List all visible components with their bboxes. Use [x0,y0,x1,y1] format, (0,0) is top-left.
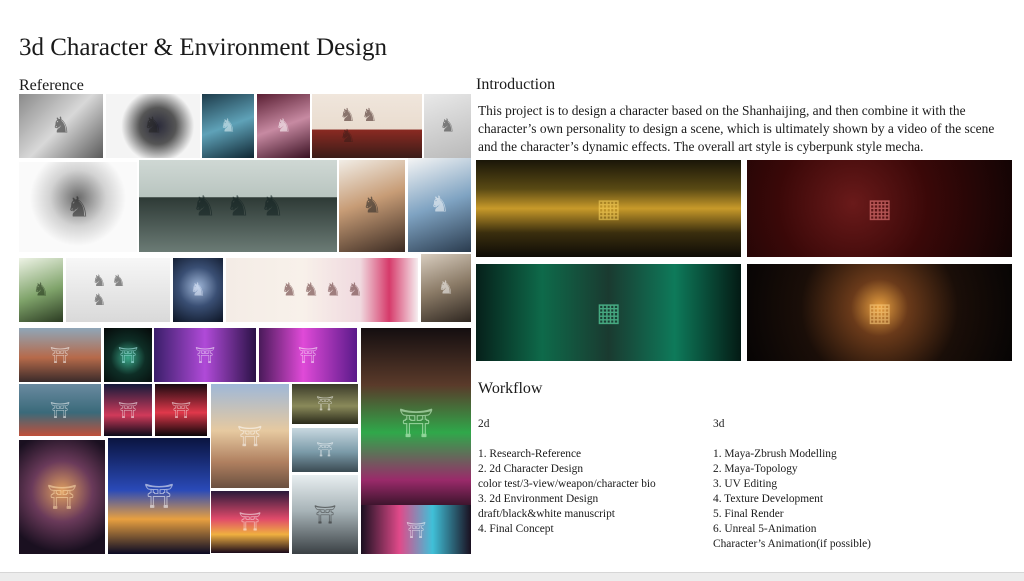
cyberpunk-render-icon: ▦ [596,193,621,224]
workflow-2d-item: 4. Final Concept [478,523,554,535]
reference-image: ⛩ [154,328,256,382]
reference-image: ⛩ [361,328,471,518]
character-artwork-icon: ♞ [51,113,71,139]
reference-image: ⛩ [292,475,358,554]
reference-image: ♞ [173,258,223,322]
environment-artwork-icon: ⛩ [194,345,216,365]
reference-image: ⛩ [155,384,207,436]
character-artwork-icon: ♞ [143,113,163,139]
reference-image: ⛩ [292,384,358,424]
workflow-2d-item: 2. 2d Character Design [478,463,584,475]
character-artwork-icon: ♞ [362,193,382,219]
page-title: 3d Character & Environment Design [19,34,387,61]
reference-image: ♞ ♞ ♞ [139,160,337,252]
environment-artwork-icon: ⛩ [49,345,71,365]
environment-artwork-icon: ⛩ [405,520,427,539]
reference-image: ⛩ [104,384,152,436]
character-artwork-icon: ♞ ♞ ♞ [191,189,285,223]
environment-artwork-icon: ⛩ [117,400,139,420]
workflow-2d-item: draft/black&white manuscript [478,508,615,520]
workflow-3d-heading: 3d [713,418,725,430]
environment-artwork-icon: ⛩ [297,345,319,365]
introduction-heading: Introduction [476,76,556,93]
environment-artwork-icon: ⛩ [316,396,334,412]
workflow-3d-item: 3. UV Editing [713,478,778,490]
environment-artwork-icon: ⛩ [313,504,337,525]
reference-image: ⛩ [259,328,357,382]
render-image: ▦ [476,264,741,361]
reference-image: ⛩ [108,438,210,554]
reference-image: ♞ [257,94,310,158]
reference-image: ♞ [19,94,103,158]
environment-artwork-icon: ⛩ [143,482,175,510]
reference-image: ♞ [424,94,471,158]
render-image: ▦ [747,264,1012,361]
reference-image: ⛩ [211,384,289,488]
workflow-3d-item: Character’s Animation(if possible) [713,538,871,550]
reference-image: ♞ [408,158,471,252]
reference-image: ♞ [19,258,63,322]
character-artwork-icon: ♞ [275,115,292,137]
render-image: ▦ [747,160,1012,257]
workflow-3d-item: 2. Maya-Topology [713,463,798,475]
reference-image: ♞ ♞ ♞ [66,258,170,322]
character-artwork-icon: ♞ [439,115,456,137]
workflow-2d-item: 3. 2d Environment Design [478,493,599,505]
reference-image: ⛩ [104,328,152,382]
workflow-2d-item: color test/3-view/weapon/character bio [478,478,656,490]
character-artwork-icon: ♞ [437,277,455,299]
character-artwork-icon: ♞ ♞ ♞ [339,105,378,147]
environment-artwork-icon: ⛩ [170,400,192,420]
workflow-2d-item: 1. Research-Reference [478,448,582,460]
introduction-text: This project is to design a character ba… [478,103,995,154]
environment-artwork-icon: ⛩ [117,345,139,365]
reference-image: ♞ [106,94,200,158]
reference-image: ♞ ♞ ♞ [312,94,422,158]
reference-image: ⛩ [361,505,471,554]
environment-artwork-icon: ⛩ [316,442,334,458]
character-artwork-icon: ♞ ♞ ♞ [92,271,126,309]
environment-artwork-icon: ⛩ [238,511,262,533]
reference-image: ⛩ [19,328,101,382]
reference-collage: ♞ ♞ ♞ ♞ ♞ ♞ ♞ ♞ ♞ ♞ ♞ ♞ ♞ ♞ ♞ ♞ ♞ ♞ ♞ ♞ … [19,92,471,554]
environment-artwork-icon: ⛩ [46,483,78,511]
reference-image: ♞ [339,160,405,252]
reference-image: ⛩ [211,491,289,553]
character-artwork-icon: ♞ [429,192,450,218]
reference-image: ♞ [19,162,137,252]
cyberpunk-render-icon: ▦ [596,297,621,328]
reference-image: ⛩ [292,428,358,472]
environment-artwork-icon: ⛩ [49,400,71,420]
reference-image: ♞ [202,94,254,158]
workflow-2d-heading: 2d [478,418,490,430]
character-artwork-icon: ♞ [32,279,50,301]
workflow-3d-item: 6. Unreal 5-Animation [713,523,817,535]
workflow-heading: Workflow [478,380,543,397]
character-artwork-icon: ♞ [65,190,91,224]
cyberpunk-render-icon: ▦ [867,193,892,224]
reference-image: ♞ [421,254,471,322]
environment-artwork-icon: ⛩ [237,424,263,448]
workflow-2d-column: 2d 1. Research-Reference 2. 2d Character… [478,417,708,537]
reference-image: ♞ ♞ ♞ ♞ [226,258,418,322]
reference-image: ⛩ [19,440,105,554]
character-artwork-icon: ♞ [189,279,207,301]
workflow-3d-item: 5. Final Render [713,508,784,520]
character-artwork-icon: ♞ [219,115,237,137]
workflow-3d-item: 4. Texture Development [713,493,824,505]
workflow-3d-item: 1. Maya-Zbrush Modelling [713,448,837,460]
render-image: ▦ [476,160,741,257]
workflow-3d-column: 3d 1. Maya-Zbrush Modelling 2. Maya-Topo… [713,417,973,552]
environment-artwork-icon: ⛩ [398,406,434,440]
reference-image: ⛩ [19,384,101,436]
cyberpunk-render-icon: ▦ [867,297,892,328]
character-artwork-icon: ♞ ♞ ♞ ♞ [281,279,363,301]
